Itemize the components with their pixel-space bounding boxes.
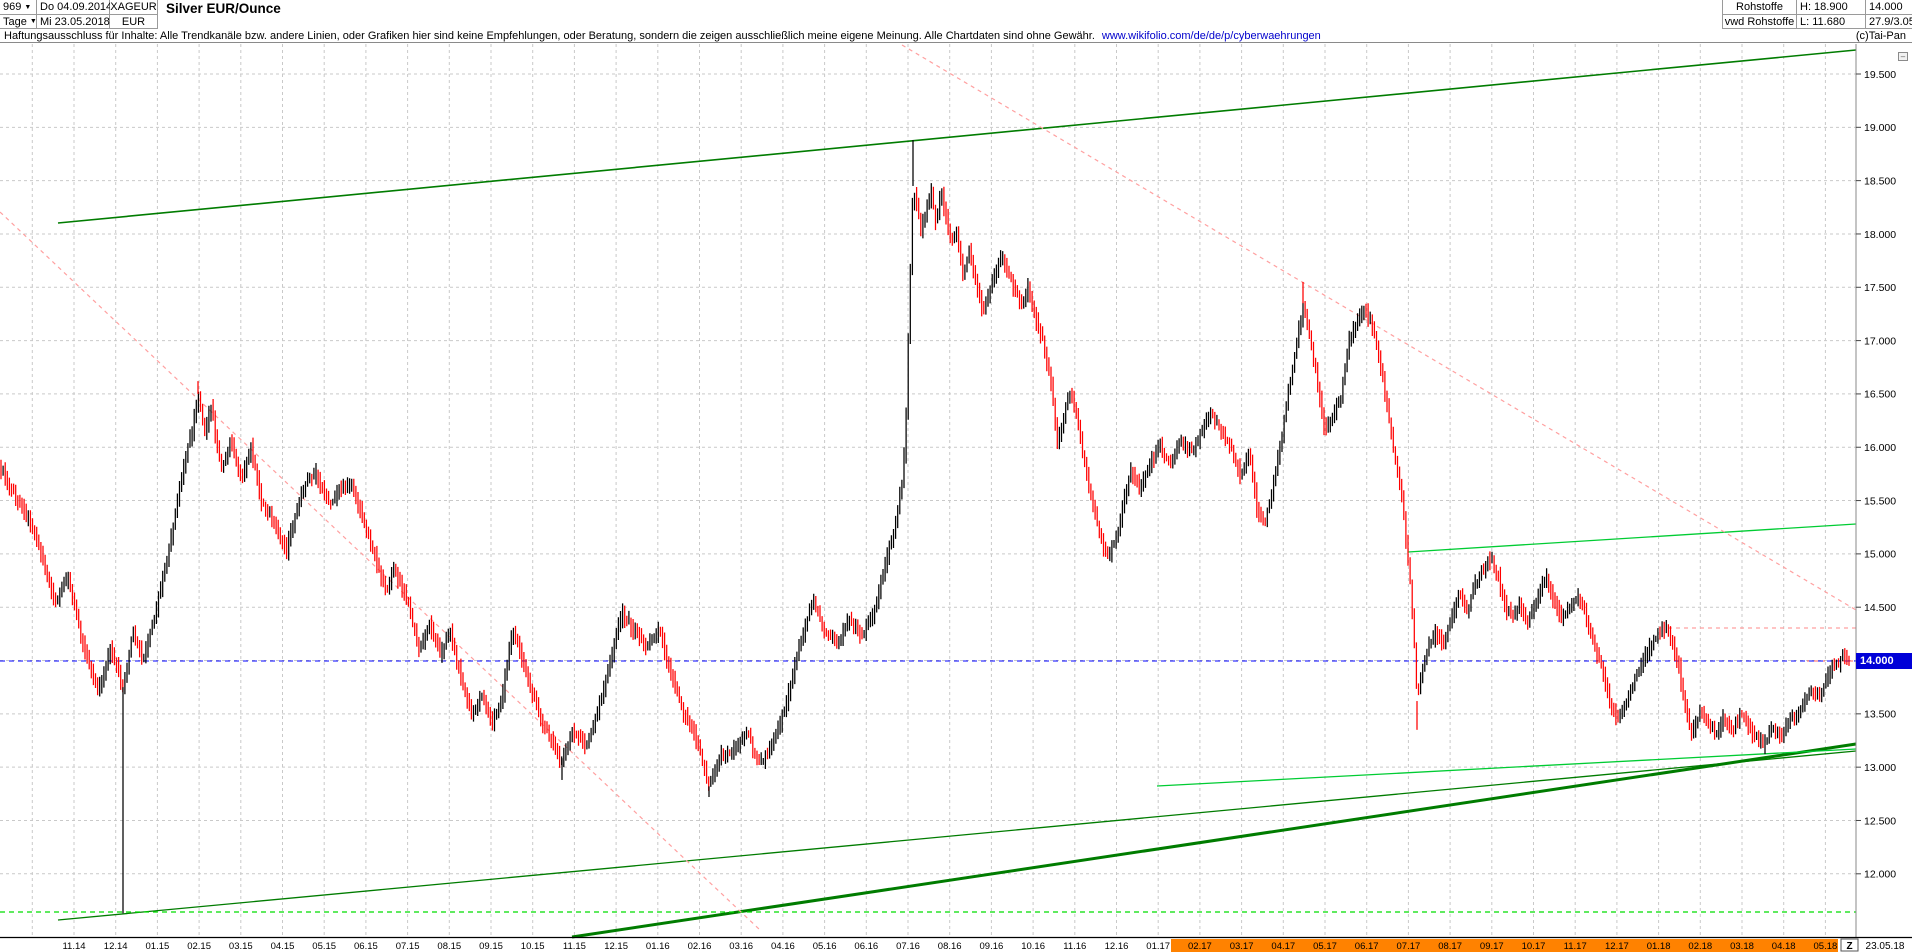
month-label: 03.17 — [1230, 941, 1254, 952]
collapse-icon[interactable]: – — [1898, 52, 1908, 61]
month-label: 01.16 — [646, 941, 670, 952]
trendline-downtrend-steep-dashed — [0, 212, 760, 930]
x-axis-labels: 11.14 12.14 01.15 02.15 03.15 04.15 05.15 06.15… — [62, 939, 1904, 952]
month-label: 06.15 — [354, 941, 378, 952]
month-label: 09.16 — [980, 941, 1004, 952]
month-label: 11.15 — [563, 941, 586, 952]
month-label: 09.17 — [1480, 941, 1504, 952]
month-label: 08.15 — [437, 941, 461, 952]
y-axis-labels: 19.500 19.000 18.500 18.000 17.500 17.000 16.5… — [1856, 69, 1896, 881]
svg-text:19.500: 19.500 — [1864, 69, 1896, 81]
svg-text:15.000: 15.000 — [1864, 549, 1896, 561]
down-bars — [1, 187, 1849, 791]
last-date-label: 23.05.18 — [1866, 941, 1905, 952]
month-label: 03.16 — [729, 941, 753, 952]
chart-window: 969 ▼ Tage ▼ Do 04.09.2014 Mi 23.05.2018… — [0, 0, 1912, 952]
svg-text:17.500: 17.500 — [1864, 282, 1896, 294]
month-label: 04.16 — [771, 941, 795, 952]
month-label: 12.14 — [104, 941, 128, 952]
price-series — [1, 140, 1849, 913]
month-label: 08.16 — [938, 941, 962, 952]
svg-text:16.500: 16.500 — [1864, 389, 1896, 401]
month-label: 05.17 — [1313, 941, 1337, 952]
svg-text:17.000: 17.000 — [1864, 335, 1896, 347]
svg-text:12.000: 12.000 — [1864, 869, 1896, 881]
svg-text:18.000: 18.000 — [1864, 229, 1896, 241]
svg-text:19.000: 19.000 — [1864, 122, 1896, 134]
price-chart: 19.500 19.000 18.500 18.000 17.500 17.000 16.5… — [0, 0, 1912, 952]
month-label: 11.16 — [1063, 941, 1086, 952]
svg-text:18.500: 18.500 — [1864, 175, 1896, 187]
minus-glyph: – — [1901, 52, 1905, 61]
month-label: 07.17 — [1397, 941, 1421, 952]
svg-text:16.000: 16.000 — [1864, 442, 1896, 454]
month-label: 04.15 — [271, 941, 295, 952]
month-label: 03.15 — [229, 941, 253, 952]
month-label: 04.18 — [1772, 941, 1796, 952]
svg-text:13.500: 13.500 — [1864, 709, 1896, 721]
trendlines — [0, 45, 1856, 937]
svg-text:13.000: 13.000 — [1864, 762, 1896, 774]
month-label: 06.16 — [854, 941, 878, 952]
month-label: 05.18 — [1814, 941, 1838, 952]
current-price-value: 14.000 — [1860, 655, 1894, 667]
up-bars — [3, 183, 1843, 787]
trendline-resistance-light — [1408, 524, 1856, 552]
month-label: 10.17 — [1522, 941, 1546, 952]
month-label: 07.15 — [396, 941, 420, 952]
svg-text:12.500: 12.500 — [1864, 815, 1896, 827]
month-label: 02.15 — [187, 941, 211, 952]
month-label: 12.17 — [1605, 941, 1629, 952]
trendline-downtrend-long-dashed — [902, 45, 1856, 610]
month-label: 10.16 — [1021, 941, 1045, 952]
month-label: 10.15 — [521, 941, 545, 952]
current-price-tag: 14.000 — [1856, 653, 1912, 669]
z-label: Z — [1846, 941, 1852, 952]
month-label: 12.15 — [604, 941, 628, 952]
month-label: 01.17 — [1146, 941, 1170, 952]
month-label: 05.15 — [312, 941, 336, 952]
gridlines — [0, 44, 1856, 937]
svg-text:15.500: 15.500 — [1864, 495, 1896, 507]
month-label: 02.18 — [1688, 941, 1712, 952]
month-label: 02.17 — [1188, 941, 1212, 952]
month-label: 04.17 — [1271, 941, 1295, 952]
month-label: 11.14 — [62, 941, 85, 952]
month-label: 01.15 — [146, 941, 170, 952]
month-label: 08.17 — [1438, 941, 1462, 952]
month-label: 06.17 — [1355, 941, 1379, 952]
month-label: 02.16 — [688, 941, 712, 952]
month-label: 09.15 — [479, 941, 503, 952]
month-label: 05.16 — [813, 941, 837, 952]
trendline-trend-channel-top — [58, 50, 1856, 223]
trendline-trend-channel-bottom — [58, 751, 1856, 920]
month-label: 01.18 — [1647, 941, 1671, 952]
svg-text:14.500: 14.500 — [1864, 602, 1896, 614]
trendline-support-thick — [572, 744, 1856, 937]
month-label: 12.16 — [1105, 941, 1129, 952]
month-label: 07.16 — [896, 941, 920, 952]
month-label: 11.17 — [1564, 941, 1587, 952]
axes — [0, 44, 1912, 938]
month-label: 03.18 — [1730, 941, 1754, 952]
